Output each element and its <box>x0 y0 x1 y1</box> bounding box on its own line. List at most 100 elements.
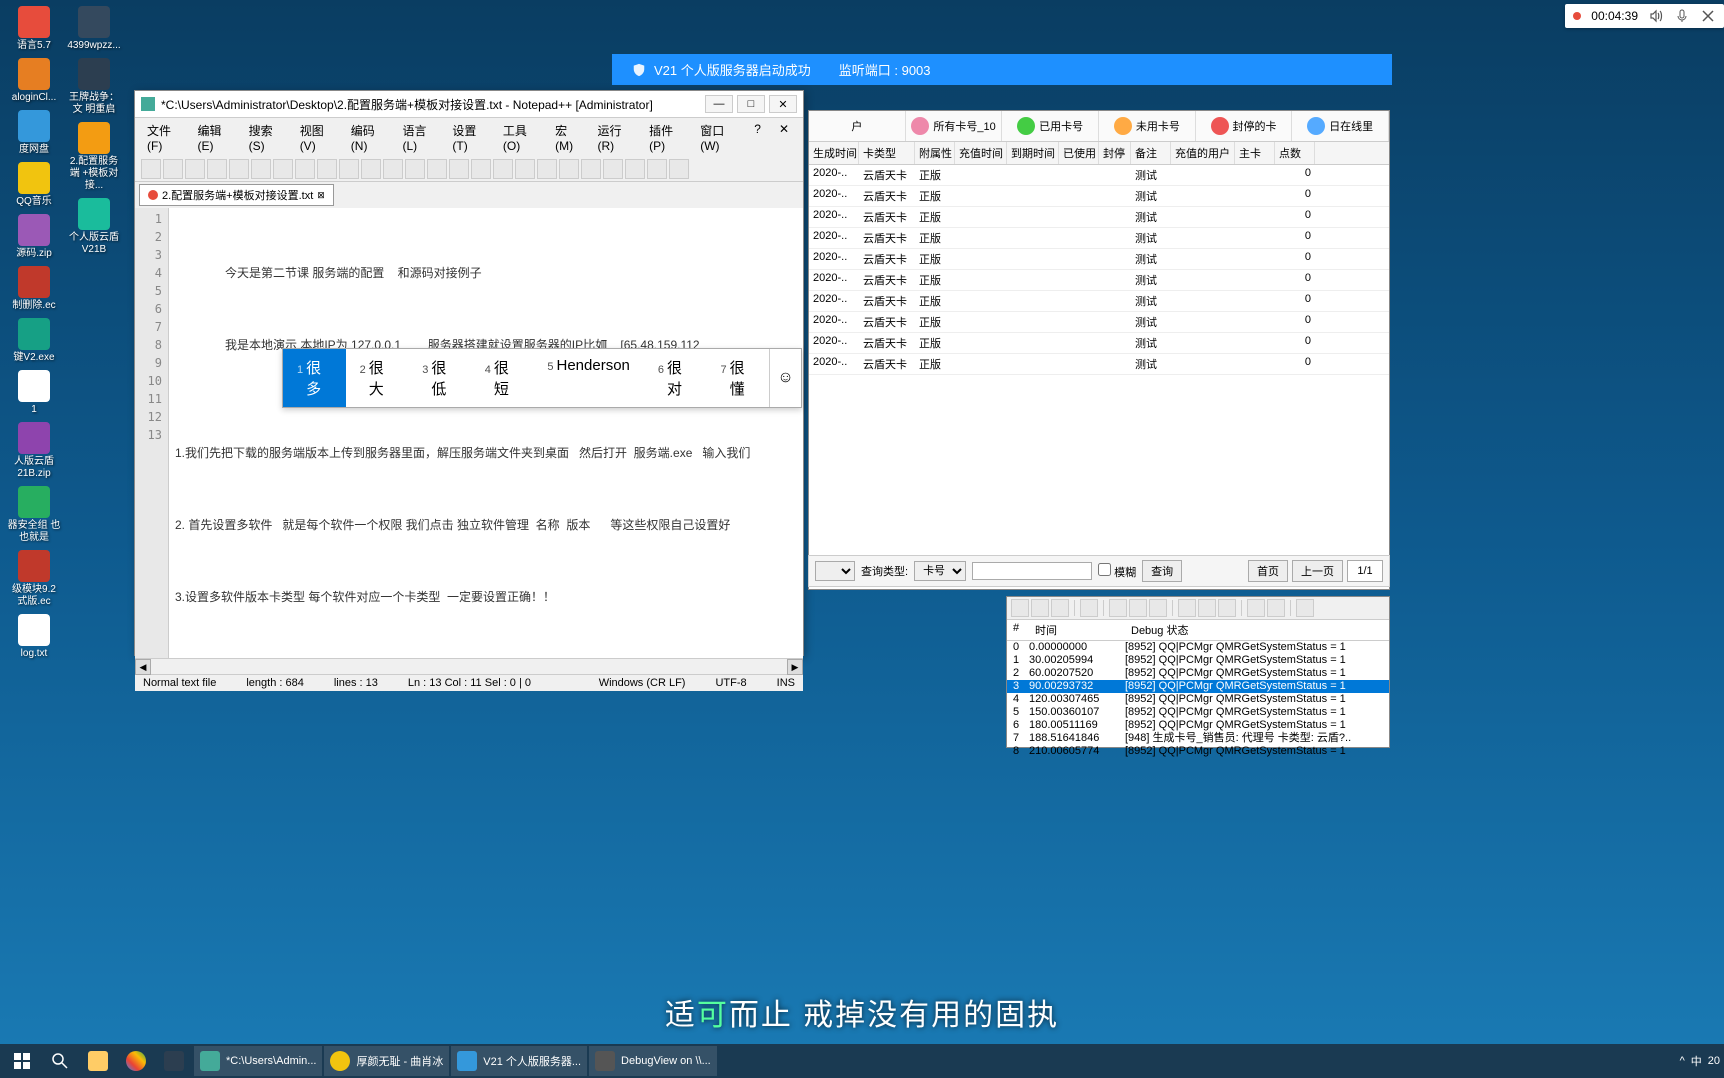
titlebar[interactable]: *C:\Users\Administrator\Desktop\2.配置服务端+… <box>135 91 803 118</box>
desktop-icon[interactable]: 键V2.exe <box>4 318 64 364</box>
tool-close-icon[interactable] <box>229 159 249 179</box>
query-type-select[interactable]: 卡号 <box>914 561 966 581</box>
table-row[interactable]: 2020-..云盾天卡正版测试0 <box>809 312 1389 333</box>
table-row[interactable]: 2020-..云盾天卡正版测试0 <box>809 228 1389 249</box>
dv-time-icon[interactable] <box>1198 599 1216 617</box>
desktop-icon[interactable]: 人版云盾 21B.zip <box>4 422 64 480</box>
menu-file[interactable]: 文件(F) <box>141 120 188 155</box>
menu-view[interactable]: 视图(V) <box>294 120 341 155</box>
close-icon[interactable] <box>1700 8 1716 24</box>
tool-paste-icon[interactable] <box>339 159 359 179</box>
pinned-app[interactable] <box>156 1046 192 1076</box>
tool-wordwrap-icon[interactable] <box>515 159 535 179</box>
tray-ime[interactable]: 中 <box>1691 1053 1702 1069</box>
desktop-icon[interactable]: 1 <box>4 370 64 416</box>
menu-encoding[interactable]: 编码(N) <box>345 120 393 155</box>
menu-settings[interactable]: 设置(T) <box>446 120 493 155</box>
desktop-icon[interactable]: aloginCl... <box>4 58 64 104</box>
tool-record-icon[interactable] <box>603 159 623 179</box>
dv-open-icon[interactable] <box>1011 599 1029 617</box>
dv-scroll-icon[interactable] <box>1149 599 1167 617</box>
browser-button[interactable] <box>118 1046 154 1076</box>
file-tab[interactable]: 2.配置服务端+模板对接设置.txt ⊠ <box>139 184 334 206</box>
tool-stop-icon[interactable] <box>647 159 667 179</box>
th[interactable]: 充值时间 <box>955 142 1007 164</box>
editor-content[interactable]: 今天是第二节课 服务端的配置 和源码对接例子 我是本地演示 本地IP为 127.… <box>169 208 803 658</box>
taskbar-task[interactable]: V21 个人版服务器... <box>451 1046 587 1076</box>
scroll-track[interactable] <box>151 659 787 674</box>
tray-expand-icon[interactable]: ^ <box>1680 1055 1685 1067</box>
tool-save-icon[interactable] <box>185 159 205 179</box>
dv-save-icon[interactable] <box>1031 599 1049 617</box>
menu-window[interactable]: 窗口(W) <box>694 120 744 155</box>
th[interactable]: 主卡 <box>1235 142 1275 164</box>
explorer-button[interactable] <box>80 1046 116 1076</box>
desktop-icon[interactable]: 王牌战争：文 明重启 <box>64 58 124 116</box>
debug-row[interactable]: 6180.00511169[8952] QQ|PCMgr QMRGetSyste… <box>1007 719 1389 732</box>
table-row[interactable]: 2020-..云盾天卡正版测试0 <box>809 249 1389 270</box>
tab-close-icon[interactable]: ⊠ <box>317 190 325 201</box>
menu-edit[interactable]: 编辑(E) <box>192 120 239 155</box>
ime-emoji-button[interactable]: ☺ <box>769 349 801 407</box>
menu-run[interactable]: 运行(R) <box>591 120 639 155</box>
debug-row[interactable]: 130.00205994[8952] QQ|PCMgr QMRGetSystem… <box>1007 654 1389 667</box>
fuzzy-checkbox[interactable]: 模糊 <box>1098 563 1136 580</box>
scrollbar[interactable]: ◀ ▶ <box>135 658 803 674</box>
debug-row[interactable]: 260.00207520[8952] QQ|PCMgr QMRGetSystem… <box>1007 667 1389 680</box>
taskbar-task[interactable]: *C:\Users\Admin... <box>194 1046 322 1076</box>
tab-banned-cards[interactable]: 封停的卡 <box>1196 111 1293 141</box>
tab-unused-cards[interactable]: 未用卡号 <box>1099 111 1196 141</box>
table-row[interactable]: 2020-..云盾天卡正版测试0 <box>809 270 1389 291</box>
desktop-icon[interactable]: 源码.zip <box>4 214 64 260</box>
editor[interactable]: 12345678910111213 今天是第二节课 服务端的配置 和源码对接例子… <box>135 208 803 658</box>
scroll-right-icon[interactable]: ▶ <box>787 659 803 675</box>
desktop-icon[interactable]: 4399wpzz... <box>64 6 124 52</box>
dv-find-icon[interactable] <box>1080 599 1098 617</box>
tool-copy-icon[interactable] <box>317 159 337 179</box>
debug-row[interactable]: 390.00293732[8952] QQ|PCMgr QMRGetSystem… <box>1007 680 1389 693</box>
tab-account[interactable]: 户 <box>809 111 906 141</box>
dv-th[interactable]: 时间 <box>1029 622 1125 638</box>
dv-filter-icon[interactable] <box>1296 599 1314 617</box>
ime-candidate[interactable]: 3很低 <box>408 349 471 407</box>
prev-page-button[interactable]: 上一页 <box>1292 560 1343 582</box>
tool-find-icon[interactable] <box>405 159 425 179</box>
tool-zoom-out-icon[interactable] <box>471 159 491 179</box>
debug-row[interactable]: 5150.00360107[8952] QQ|PCMgr QMRGetSyste… <box>1007 706 1389 719</box>
dv-font-icon[interactable] <box>1247 599 1265 617</box>
minimize-button[interactable]: — <box>705 95 733 113</box>
speaker-icon[interactable] <box>1648 8 1664 24</box>
tool-play-icon[interactable] <box>625 159 645 179</box>
debug-row[interactable]: 7188.51641846[948] 生成卡号_销售员: 代理号 卡类型: 云盾… <box>1007 732 1389 745</box>
search-button[interactable]: 查询 <box>1142 560 1182 582</box>
first-page-button[interactable]: 首页 <box>1248 560 1288 582</box>
ime-candidate[interactable]: 1很多 <box>283 349 346 407</box>
table-row[interactable]: 2020-..云盾天卡正版测试0 <box>809 354 1389 375</box>
dv-reset-icon[interactable] <box>1218 599 1236 617</box>
page-input[interactable] <box>1347 560 1383 582</box>
query-input[interactable] <box>972 562 1092 580</box>
tab-online[interactable]: 日在线里 <box>1292 111 1389 141</box>
table-row[interactable]: 2020-..云盾天卡正版测试0 <box>809 291 1389 312</box>
start-button[interactable] <box>4 1046 40 1076</box>
dv-th[interactable]: # <box>1007 622 1029 638</box>
desktop-icon[interactable]: log.txt <box>4 614 64 660</box>
tool-new-icon[interactable] <box>141 159 161 179</box>
desktop-icon[interactable]: 2.配置服务端 +模板对接... <box>64 122 124 192</box>
th[interactable]: 封停 <box>1099 142 1131 164</box>
tray-time[interactable]: 20 <box>1708 1055 1720 1067</box>
th[interactable]: 卡类型 <box>859 142 915 164</box>
desktop-icon[interactable]: 个人版云盾 V21B <box>64 198 124 256</box>
menu-tools[interactable]: 工具(O) <box>497 120 545 155</box>
tool-redo-icon[interactable] <box>383 159 403 179</box>
tab-used-cards[interactable]: 已用卡号 <box>1002 111 1099 141</box>
filter-dropdown[interactable] <box>815 561 855 581</box>
tool-indent-icon[interactable] <box>559 159 579 179</box>
tool-allchars-icon[interactable] <box>537 159 557 179</box>
th[interactable]: 到期时间 <box>1007 142 1059 164</box>
maximize-button[interactable]: □ <box>737 95 765 113</box>
desktop-icon[interactable]: 制删除.ec <box>4 266 64 312</box>
debug-row[interactable]: 4120.00307465[8952] QQ|PCMgr QMRGetSyste… <box>1007 693 1389 706</box>
tab-close-x[interactable]: ✕ <box>771 120 797 155</box>
tool-replay-icon[interactable] <box>669 159 689 179</box>
